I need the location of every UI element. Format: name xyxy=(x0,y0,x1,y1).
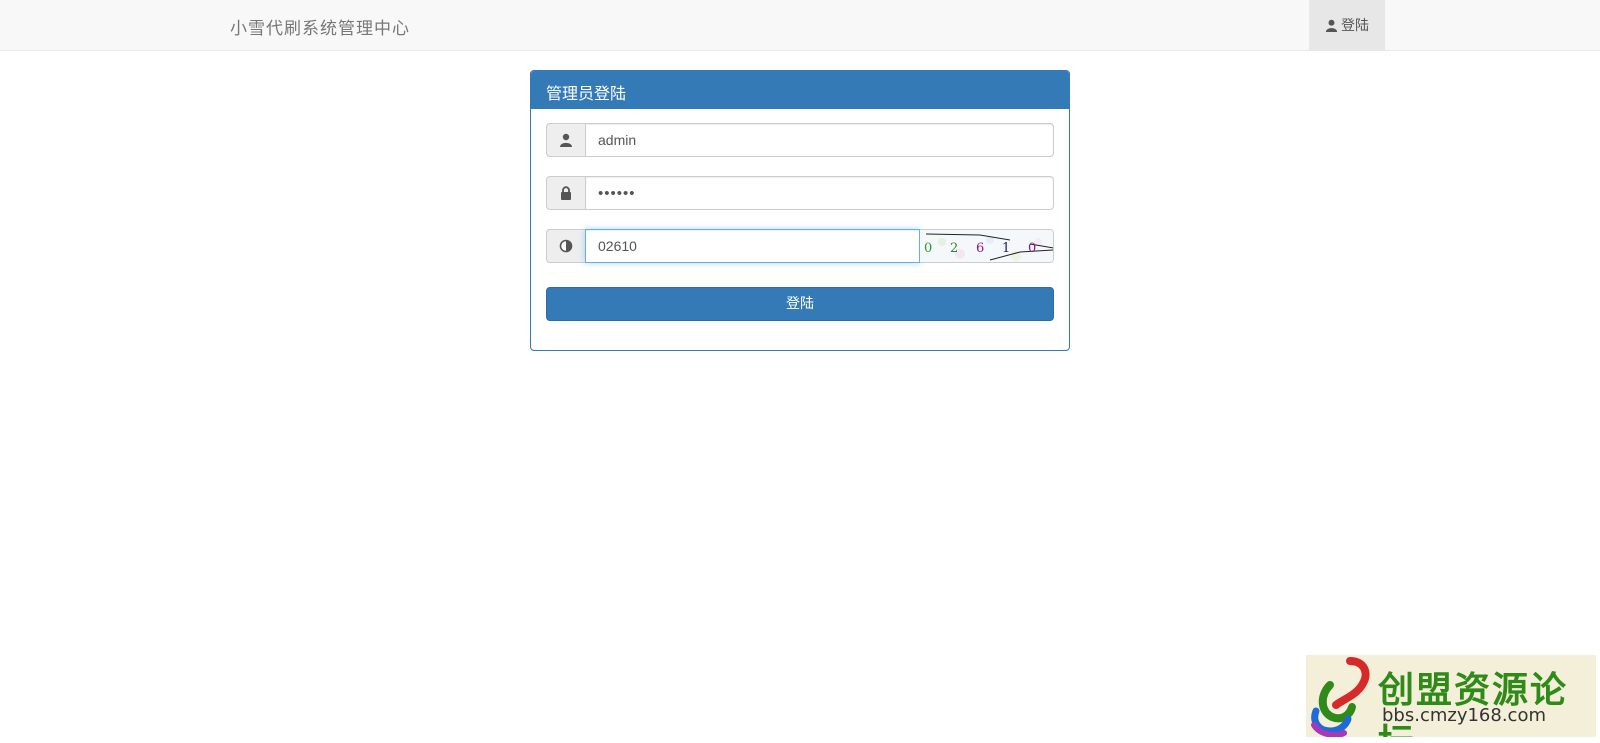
username-input[interactable] xyxy=(585,123,1054,157)
nav-login-link[interactable]: 登陆 xyxy=(1309,0,1385,50)
captcha-char: 1 xyxy=(1002,241,1010,256)
nav-login-label: 登陆 xyxy=(1341,18,1369,34)
captcha-group: 0 2 6 1 0 xyxy=(546,229,1054,263)
captcha-char: 0 xyxy=(924,241,932,256)
captcha-image[interactable]: 0 2 6 1 0 xyxy=(920,229,1054,263)
user-icon xyxy=(560,133,572,147)
password-addon xyxy=(546,176,585,210)
captcha-graphic: 0 2 6 1 0 xyxy=(920,230,1053,262)
captcha-char: 6 xyxy=(976,241,984,256)
top-navbar: 小雪代刷系统管理中心 登陆 xyxy=(0,0,1600,51)
username-addon xyxy=(546,123,585,157)
username-group xyxy=(546,123,1054,157)
watermark-url: bbs.cmzy168.com xyxy=(1382,705,1547,726)
contrast-icon xyxy=(559,239,573,253)
user-icon xyxy=(1325,19,1338,32)
captcha-char: 2 xyxy=(950,241,958,256)
password-input[interactable] xyxy=(585,176,1054,210)
captcha-input[interactable] xyxy=(585,229,920,263)
admin-login-panel: 管理员登陆 0 xyxy=(530,70,1070,351)
lock-icon xyxy=(561,186,571,200)
watermark-logo: 创盟资源论坛 bbs.cmzy168.com xyxy=(1306,655,1596,737)
password-group xyxy=(546,176,1054,210)
captcha-addon xyxy=(546,229,585,263)
swirl-logo-icon xyxy=(1311,657,1370,737)
brand-title[interactable]: 小雪代刷系统管理中心 xyxy=(230,14,410,39)
captcha-char: 0 xyxy=(1028,241,1036,256)
login-submit-button[interactable]: 登陆 xyxy=(546,287,1054,321)
panel-title: 管理员登陆 xyxy=(531,71,1069,109)
